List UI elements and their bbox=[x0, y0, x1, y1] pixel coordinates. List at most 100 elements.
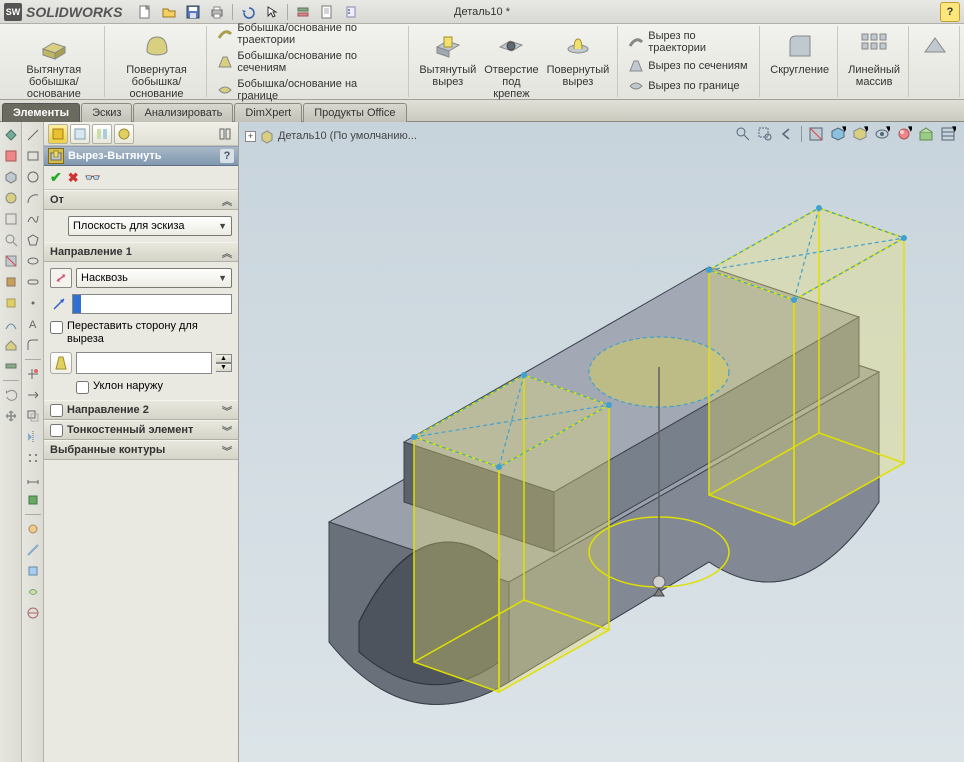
sk-slot-icon[interactable] bbox=[24, 273, 42, 291]
pm-tab-feature-tree[interactable] bbox=[48, 124, 68, 144]
linear-pattern-button[interactable]: Линейный массив bbox=[846, 28, 902, 90]
graphics-area[interactable]: + Деталь10 (По умолчанию... ▾ ▾ ▾ ▾ ▾ bbox=[239, 122, 964, 762]
detail-preview-button[interactable]: 👓 bbox=[85, 170, 101, 186]
pm-split-icon[interactable] bbox=[216, 125, 234, 143]
pm-tab-config-mgr[interactable] bbox=[92, 124, 112, 144]
part-brown-icon[interactable] bbox=[2, 273, 20, 291]
direction-vector-icon[interactable] bbox=[50, 295, 68, 313]
selected-contours-section-header[interactable]: Выбранные контуры ︾ bbox=[44, 440, 238, 460]
tab-dimxpert[interactable]: DimXpert bbox=[234, 103, 302, 122]
pm-help-button[interactable]: ? bbox=[220, 149, 234, 163]
model-view[interactable] bbox=[239, 122, 939, 762]
zoom-fit-icon[interactable] bbox=[2, 231, 20, 249]
sk-poly-icon[interactable] bbox=[24, 231, 42, 249]
pm-tab-property-mgr[interactable] bbox=[70, 124, 90, 144]
extrude-boss-button[interactable]: Вытянутая бобышка/основание bbox=[10, 28, 98, 102]
cancel-button[interactable]: ✖ bbox=[68, 170, 79, 186]
revolve-boss-button[interactable]: Повернутая бобышка/основание bbox=[113, 28, 201, 102]
revolve-cut-button[interactable]: Повернутый вырез bbox=[545, 28, 612, 102]
sk-text-icon[interactable]: A bbox=[24, 315, 42, 333]
tab-evaluate[interactable]: Анализировать bbox=[133, 103, 233, 122]
fillet-button[interactable]: Скругление bbox=[768, 28, 831, 78]
new-doc-icon[interactable] bbox=[134, 2, 156, 22]
flip-side-checkbox[interactable] bbox=[50, 321, 63, 334]
save-icon[interactable] bbox=[182, 2, 204, 22]
boundary-boss-button[interactable]: Бобышка/основание на границе bbox=[215, 77, 402, 103]
view-front-icon[interactable] bbox=[2, 126, 20, 144]
view-shaded-icon[interactable] bbox=[2, 189, 20, 207]
sk-mirror-icon[interactable] bbox=[24, 428, 42, 446]
direction-vector-field[interactable] bbox=[72, 294, 232, 314]
sweep-cut-button[interactable]: Вырез по траектории bbox=[626, 29, 753, 55]
print-icon[interactable] bbox=[206, 2, 228, 22]
sk-offset-icon[interactable] bbox=[24, 407, 42, 425]
doc-props-icon[interactable] bbox=[316, 2, 338, 22]
sk-relation-icon[interactable] bbox=[24, 491, 42, 509]
tab-features[interactable]: Элементы bbox=[2, 103, 80, 122]
loft-boss-button[interactable]: Бобышка/основание по сечениям bbox=[215, 49, 402, 75]
sk-tool5-icon[interactable] bbox=[24, 604, 42, 622]
display-style-icon[interactable]: ▾ bbox=[850, 124, 870, 144]
sk-tool3-icon[interactable] bbox=[24, 562, 42, 580]
spin-up-button[interactable]: ▲ bbox=[216, 354, 232, 363]
zoom-fit-icon[interactable] bbox=[733, 124, 753, 144]
open-icon[interactable] bbox=[158, 2, 180, 22]
sk-spline-icon[interactable] bbox=[24, 210, 42, 228]
sk-trim-icon[interactable] bbox=[24, 365, 42, 383]
direction2-enable-checkbox[interactable] bbox=[50, 404, 63, 417]
section-view-icon[interactable] bbox=[806, 124, 826, 144]
tab-office[interactable]: Продукты Office bbox=[303, 103, 406, 122]
sk-tool2-icon[interactable] bbox=[24, 541, 42, 559]
view-iso-icon[interactable] bbox=[2, 168, 20, 186]
from-combo[interactable]: Плоскость для эскиза ▼ bbox=[68, 216, 232, 236]
view-wire-icon[interactable] bbox=[2, 210, 20, 228]
sk-line-icon[interactable] bbox=[24, 126, 42, 144]
pan-icon[interactable] bbox=[2, 407, 20, 425]
loft-cut-button[interactable]: Вырез по сечениям bbox=[626, 57, 753, 75]
section-view-icon[interactable] bbox=[2, 252, 20, 270]
draft-angle-field[interactable] bbox=[76, 352, 212, 374]
appearance-icon[interactable]: ▾ bbox=[894, 124, 914, 144]
view-settings-icon[interactable]: ▾ bbox=[938, 124, 958, 144]
tree-expand-button[interactable]: + bbox=[245, 131, 256, 142]
zoom-area-icon[interactable] bbox=[755, 124, 775, 144]
sweep-boss-button[interactable]: Бобышка/основание по траектории bbox=[215, 21, 402, 47]
home-icon[interactable] bbox=[2, 336, 20, 354]
extrude-cut-button[interactable]: Вытянутый вырез bbox=[417, 28, 478, 102]
draft-outward-checkbox[interactable] bbox=[76, 381, 89, 394]
thin-feature-enable-checkbox[interactable] bbox=[50, 424, 63, 437]
direction2-section-header[interactable]: Направление 2 ︾ bbox=[44, 400, 238, 420]
undo-icon[interactable] bbox=[237, 2, 259, 22]
sk-pattern-icon[interactable] bbox=[24, 449, 42, 467]
rotate-icon[interactable] bbox=[2, 386, 20, 404]
end-condition-combo[interactable]: Насквозь ▼ bbox=[76, 268, 232, 288]
sk-extend-icon[interactable] bbox=[24, 386, 42, 404]
from-section-header[interactable]: От ︽ bbox=[44, 190, 238, 210]
select-icon[interactable] bbox=[261, 2, 283, 22]
more-button[interactable] bbox=[917, 28, 953, 64]
sk-fillet-icon[interactable] bbox=[24, 336, 42, 354]
part-yellow-icon[interactable] bbox=[2, 294, 20, 312]
boundary-cut-button[interactable]: Вырез по границе bbox=[626, 77, 753, 95]
curve-icon[interactable] bbox=[2, 315, 20, 333]
prev-view-icon[interactable] bbox=[777, 124, 797, 144]
direction-vector-input[interactable] bbox=[81, 295, 231, 313]
thin-feature-section-header[interactable]: Тонкостенный элемент ︾ bbox=[44, 420, 238, 440]
toggle-icon[interactable] bbox=[2, 357, 20, 375]
view-orient-icon[interactable]: ▾ bbox=[828, 124, 848, 144]
sk-circle-icon[interactable] bbox=[24, 168, 42, 186]
tab-sketch[interactable]: Эскиз bbox=[81, 103, 132, 122]
scene-icon[interactable] bbox=[916, 124, 936, 144]
sk-dim-icon[interactable] bbox=[24, 470, 42, 488]
hide-show-icon[interactable]: ▾ bbox=[872, 124, 892, 144]
sk-arc-icon[interactable] bbox=[24, 189, 42, 207]
pm-tab-dimxpert[interactable] bbox=[114, 124, 134, 144]
direction1-section-header[interactable]: Направление 1 ︽ bbox=[44, 242, 238, 262]
ok-button[interactable]: ✔ bbox=[50, 169, 62, 186]
help-button[interactable]: ? bbox=[940, 2, 960, 22]
spin-down-button[interactable]: ▼ bbox=[216, 363, 232, 372]
sk-point-icon[interactable] bbox=[24, 294, 42, 312]
tree-root-label[interactable]: Деталь10 (По умолчанию... bbox=[278, 130, 417, 142]
sk-tool4-icon[interactable] bbox=[24, 583, 42, 601]
draft-button[interactable] bbox=[50, 352, 72, 374]
